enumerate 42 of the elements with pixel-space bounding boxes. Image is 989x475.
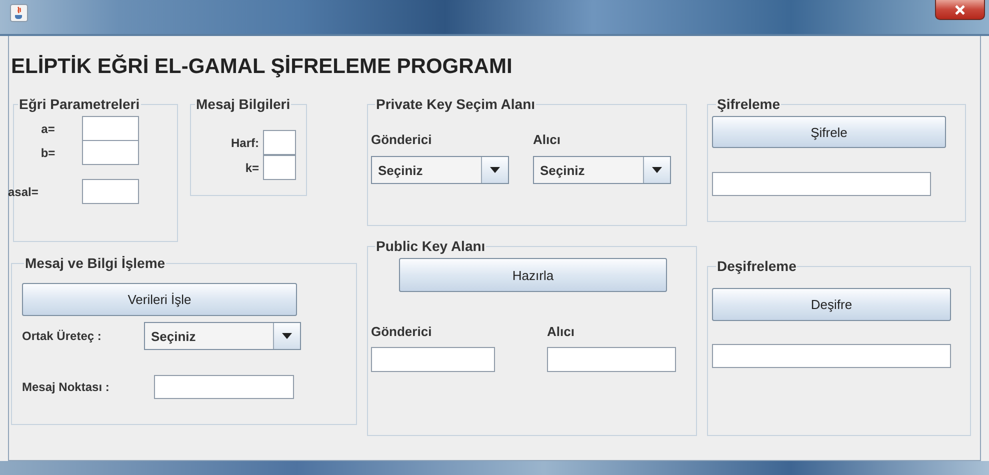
process-button[interactable]: Verileri İşle <box>22 283 297 316</box>
panel-title: Şifreleme <box>716 96 782 112</box>
caret-icon <box>282 333 292 339</box>
input-field[interactable] <box>712 172 931 196</box>
close-icon <box>954 4 966 14</box>
program-title: ELİPTİK EĞRİ EL-GAMAL ŞİFRELEME PROGRAMI <box>11 54 514 80</box>
input-field[interactable] <box>82 179 139 204</box>
field-label: Gönderici <box>371 324 433 339</box>
field-label: Ortak Üreteç : <box>22 329 102 343</box>
caret-icon <box>652 167 662 173</box>
field-label: Harf: <box>230 136 259 150</box>
field-label: k= <box>244 160 259 174</box>
field-label: asal= <box>8 184 40 198</box>
field-label: Gönderici <box>371 132 433 147</box>
panel-title: Deşifreleme <box>716 258 798 274</box>
panel-title: Private Key Seçim Alanı <box>375 96 536 112</box>
close-button[interactable] <box>935 0 985 20</box>
panel-title: Mesaj ve Bilgi İşleme <box>24 255 166 271</box>
input-field[interactable] <box>82 116 139 141</box>
field-label: Mesaj Noktası : <box>22 380 110 394</box>
decrypt-button[interactable]: Deşifre <box>712 288 951 321</box>
caret-icon <box>490 167 500 173</box>
encrypt-button[interactable]: Şifrele <box>712 116 946 148</box>
dropdown[interactable]: Seçiniz <box>533 156 671 184</box>
input-field[interactable] <box>712 344 951 368</box>
field-label: a= <box>40 122 56 136</box>
field-label: Alıcı <box>533 132 562 147</box>
panel-title: Eğri Parametreleri <box>18 96 141 112</box>
panel-title: Mesaj Bilgileri <box>195 96 292 112</box>
dropdown[interactable]: Seçiniz <box>144 322 301 350</box>
input-field[interactable] <box>263 155 296 180</box>
field-label: b= <box>40 146 56 160</box>
prepare-button[interactable]: Hazırla <box>399 258 667 292</box>
field-label: Alıcı <box>547 324 576 339</box>
panel-title: Public Key Alanı <box>375 238 486 254</box>
input-field[interactable] <box>371 347 495 372</box>
cup-icon <box>10 4 28 22</box>
input-field[interactable] <box>82 140 139 165</box>
input-field[interactable] <box>263 130 296 155</box>
dropdown[interactable]: Seçiniz <box>371 156 509 184</box>
input-field[interactable] <box>154 375 294 399</box>
input-field[interactable] <box>547 347 676 372</box>
